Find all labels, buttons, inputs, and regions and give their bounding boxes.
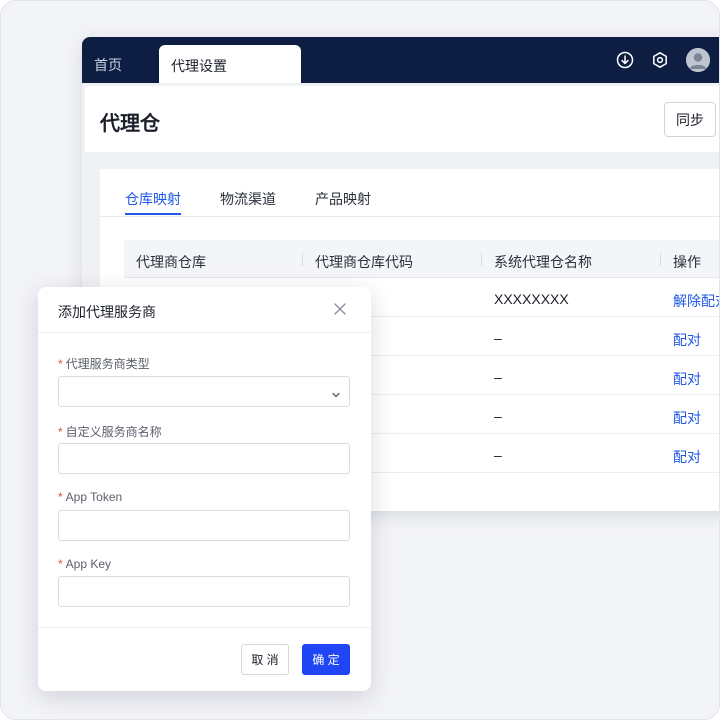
user-avatar-icon[interactable]	[686, 48, 710, 72]
dialog-header: 添加代理服务商	[38, 287, 371, 333]
settings-icon[interactable]	[650, 50, 670, 70]
table-header: 代理商仓库 代理商仓库代码 系统代理仓名称 操作	[124, 240, 719, 278]
column-divider	[660, 253, 661, 266]
pair-link[interactable]: 配对	[673, 447, 701, 467]
column-divider	[481, 253, 482, 266]
pair-link[interactable]: 配对	[673, 408, 701, 428]
tab-logistics-channel[interactable]: 物流渠道	[220, 189, 276, 209]
column-divider	[302, 253, 303, 266]
app-token-input[interactable]	[58, 510, 350, 541]
page-canvas: 首页 代理设置 代理仓 同步 仓库映射 物流渠道 产品映射 代理商仓库 代理商仓…	[0, 0, 720, 720]
add-agent-provider-dialog: 添加代理服务商 * 代理服务商类型 * 自定义服务商名称 * App Token * A…	[38, 287, 371, 691]
app-key-input[interactable]	[58, 576, 350, 607]
provider-type-label: * 代理服务商类型	[58, 357, 150, 371]
cell-system-warehouse-name: –	[494, 408, 502, 424]
app-token-label: * App Token	[58, 490, 123, 504]
tab-product-mapping[interactable]: 产品映射	[315, 189, 371, 209]
active-tab-indicator	[125, 213, 181, 215]
cell-system-warehouse-name: XXXXXXXX	[494, 291, 569, 307]
custom-provider-name-input[interactable]	[58, 443, 350, 474]
cell-system-warehouse-name: –	[494, 369, 502, 385]
page-header: 代理仓 同步	[85, 86, 719, 152]
content-tabs: 仓库映射 物流渠道 产品映射	[100, 169, 719, 217]
cell-system-warehouse-name: –	[494, 447, 502, 463]
provider-type-select[interactable]	[58, 376, 350, 407]
confirm-button[interactable]: 确 定	[302, 644, 350, 675]
tab-home[interactable]: 首页	[94, 55, 122, 75]
dialog-title: 添加代理服务商	[58, 304, 156, 320]
custom-provider-name-label: * 自定义服务商名称	[58, 425, 162, 439]
column-header-warehouse-code: 代理商仓库代码	[315, 254, 413, 270]
pair-link[interactable]: 配对	[673, 369, 701, 389]
pair-link[interactable]: 配对	[673, 330, 701, 350]
tab-agent-settings[interactable]: 代理设置	[159, 45, 301, 83]
cancel-button[interactable]: 取 消	[241, 644, 289, 675]
column-header-actions: 操作	[673, 254, 701, 270]
unpair-link[interactable]: 解除配对	[673, 291, 719, 311]
page-title: 代理仓	[100, 113, 160, 135]
cell-system-warehouse-name: –	[494, 330, 502, 346]
app-key-label: * App Key	[58, 557, 112, 571]
top-nav-bar: 首页 代理设置	[82, 37, 719, 83]
dialog-footer-divider	[38, 627, 371, 628]
column-header-agent-warehouse: 代理商仓库	[136, 254, 206, 270]
chevron-down-icon	[331, 387, 341, 398]
close-icon[interactable]	[331, 300, 349, 318]
column-header-system-warehouse-name: 系统代理仓名称	[494, 254, 592, 270]
sync-button[interactable]: 同步	[664, 102, 716, 137]
tab-warehouse-mapping[interactable]: 仓库映射	[125, 189, 181, 209]
download-icon[interactable]	[615, 50, 635, 70]
